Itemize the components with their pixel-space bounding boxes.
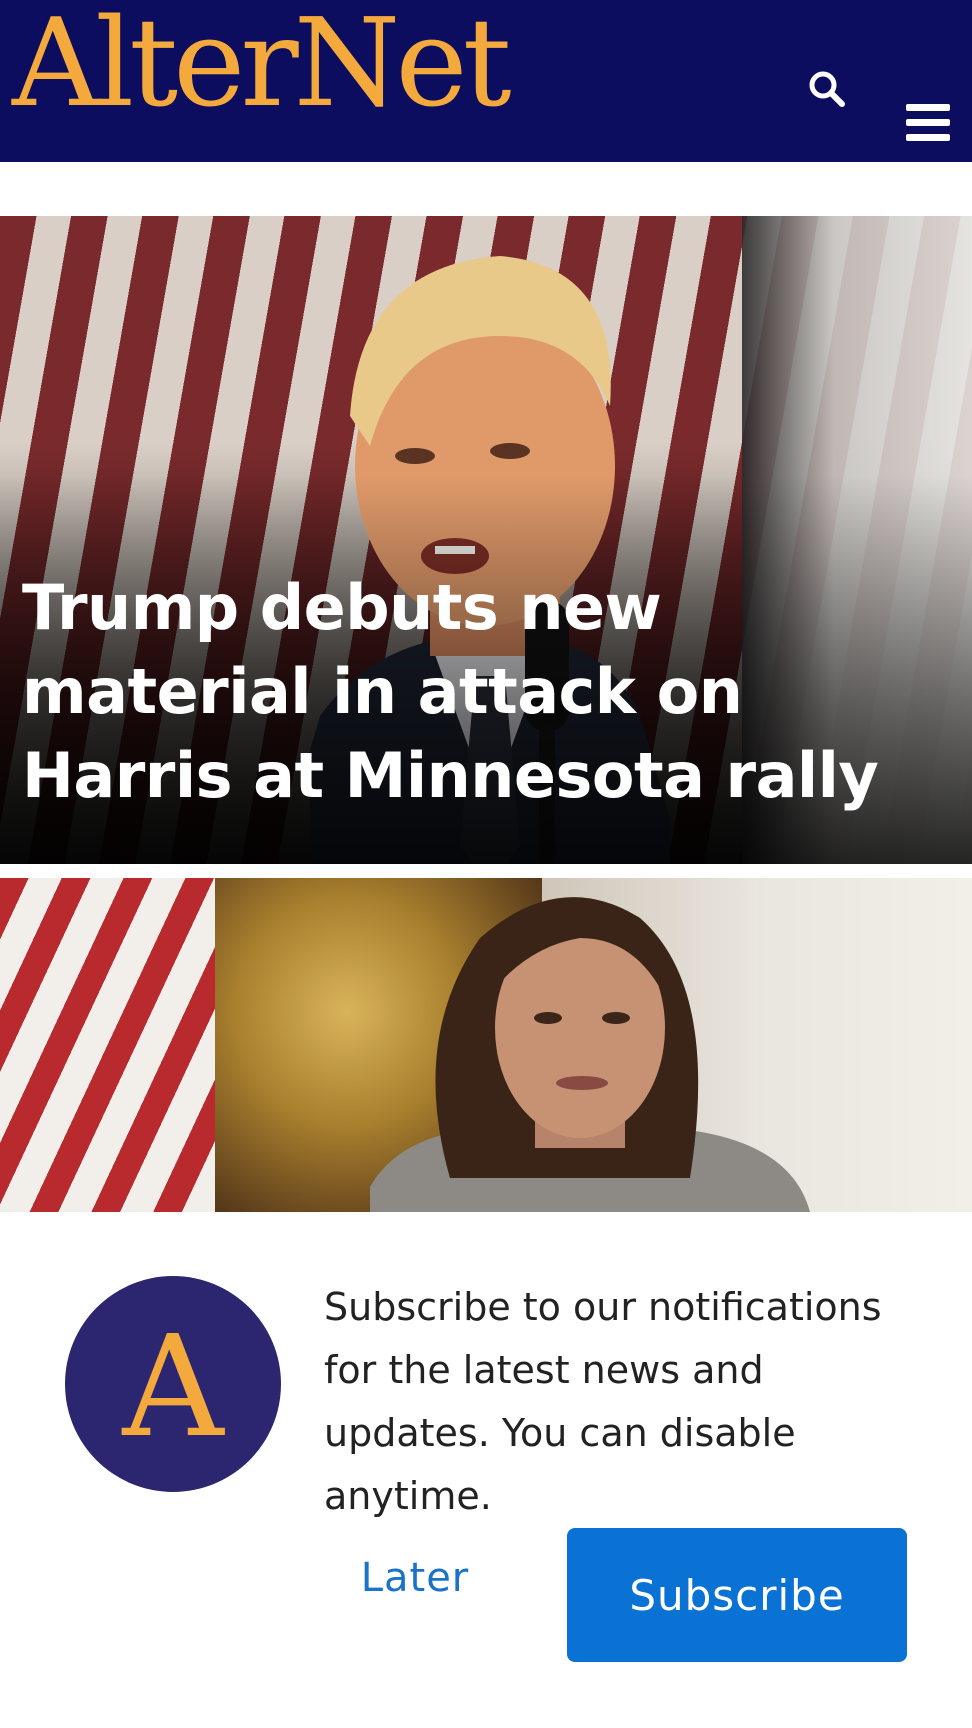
alternet-logo-icon: A [65,1276,281,1492]
prompt-message: Subscribe to our notifications for the l… [324,1285,882,1518]
article-card-image[interactable] [0,878,972,1212]
subscribe-button[interactable]: Subscribe [567,1528,907,1662]
site-logo[interactable]: AlterNet [12,2,512,124]
flag-background [0,878,230,1212]
search-button[interactable] [806,68,850,112]
hero-article[interactable]: Trump debuts new material in attack on H… [0,216,972,864]
logo-letter: A [122,1306,224,1469]
hero-headline[interactable]: Trump debuts new material in attack on H… [22,566,952,818]
article-photo-person [370,897,810,1212]
site-header: AlterNet [0,0,972,162]
later-button[interactable]: Later [330,1530,500,1626]
menu-button[interactable] [906,104,950,142]
search-icon [809,71,845,107]
hamburger-menu-icon [906,104,950,141]
notification-prompt: A Subscribe to our notifications for the… [0,1212,972,1728]
